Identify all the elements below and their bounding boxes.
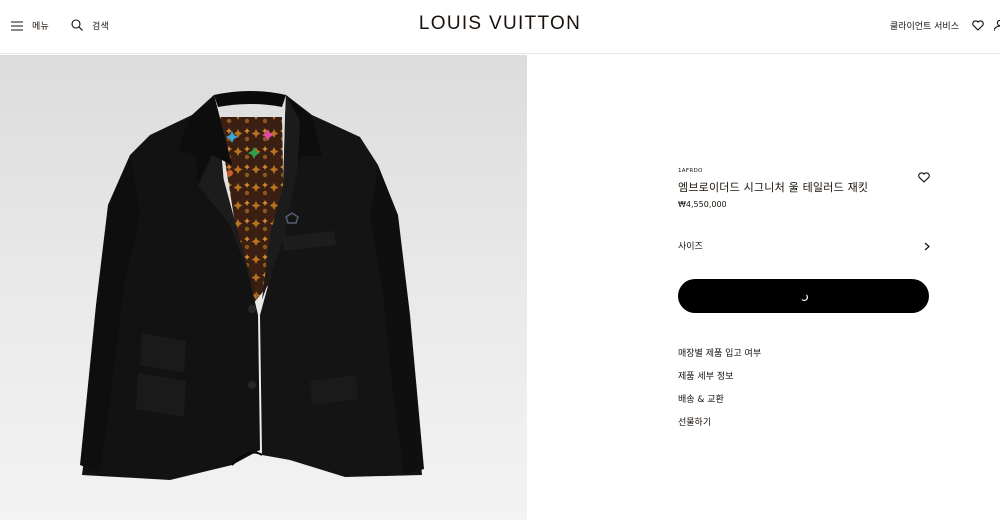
- chevron-right-icon: [924, 236, 930, 255]
- product-title: 엠브로이더드 시그니처 울 테일러드 재킷: [678, 181, 869, 194]
- heart-icon: [918, 168, 930, 187]
- size-selector[interactable]: 사이즈: [678, 238, 930, 252]
- product-sku: 1AFRDO: [678, 168, 703, 174]
- product-info: 1AFRDO 엠브로이더드 시그니처 울 테일러드 재킷 ₩4,550,000 …: [678, 168, 930, 428]
- store-availability-link[interactable]: 매장별 제품 입고 여부: [678, 348, 761, 371]
- client-services-link[interactable]: 클라이언트 서비스: [890, 19, 959, 32]
- account-button[interactable]: [993, 16, 1000, 35]
- add-to-cart-button[interactable]: [678, 279, 929, 313]
- product-image[interactable]: [0, 55, 527, 520]
- site-header: 메뉴 검색 LOUIS VUITTON 클라이언트 서비스: [0, 0, 1000, 54]
- wishlist-header-button[interactable]: [972, 16, 984, 35]
- header-right: 클라이언트 서비스: [890, 16, 1000, 35]
- product-details-link[interactable]: 제품 세부 정보: [678, 371, 761, 394]
- brand-logo[interactable]: LOUIS VUITTON: [0, 13, 1000, 35]
- product-links: 매장별 제품 입고 여부 제품 세부 정보 배송 & 교환 선물하기: [678, 348, 761, 440]
- add-to-wishlist-button[interactable]: [918, 168, 930, 187]
- heart-icon: [972, 16, 984, 35]
- jacket-illustration: [80, 91, 424, 480]
- product-price: ₩4,550,000: [678, 200, 727, 209]
- size-label: 사이즈: [678, 241, 703, 252]
- loading-spinner-icon: [800, 289, 808, 304]
- shipping-returns-link[interactable]: 배송 & 교환: [678, 394, 761, 417]
- user-icon: [993, 16, 1000, 35]
- gifting-link[interactable]: 선물하기: [678, 417, 761, 440]
